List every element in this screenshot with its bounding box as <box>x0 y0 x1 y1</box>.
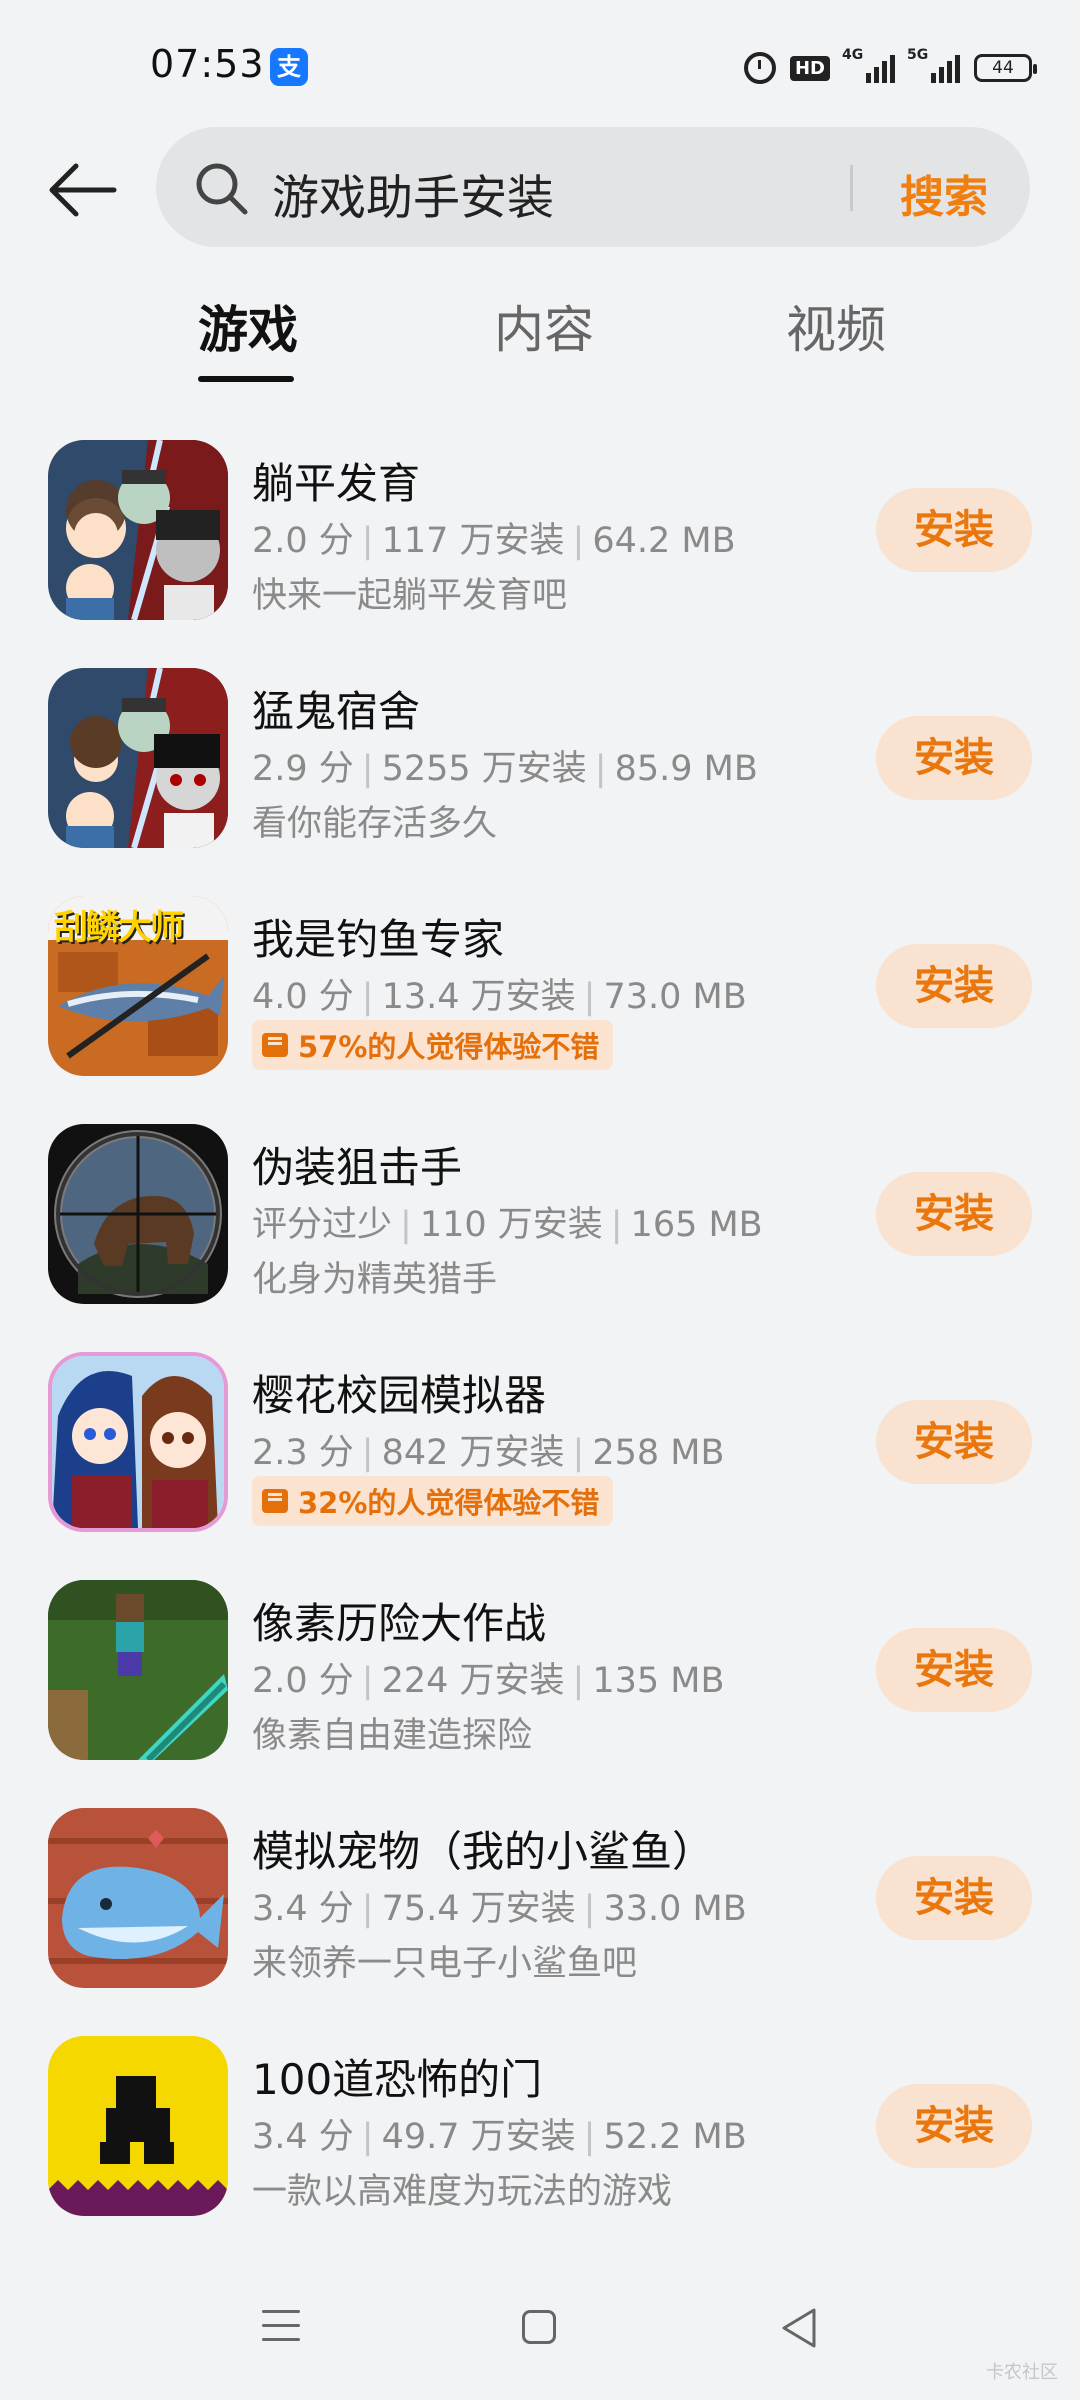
alarm-icon <box>743 52 776 84</box>
arrow-left-icon <box>49 163 117 217</box>
cartoon-family-icon <box>48 440 228 620</box>
list-item[interactable]: 100道恐怖的门 3.4 分 | 49.7 万安装 | 52.2 MB 一款以高难度为玩… <box>0 2026 1080 2254</box>
app-title: 樱花校园模拟器 <box>252 1371 547 1420</box>
search-field[interactable]: 游戏助手安装 搜索 <box>156 127 1030 247</box>
list-item[interactable]: 模拟宠物（我的小鲨鱼） 3.4 分 | 75.4 万安装 | 33.0 MB 来领养一只… <box>0 1798 1080 2026</box>
install-button[interactable]: 安装 <box>876 1172 1032 1256</box>
app-description: 快来一起躺平发育吧 <box>252 576 568 616</box>
scary-door-icon <box>48 2036 228 2216</box>
back-triangle-icon[interactable] <box>778 2306 818 2350</box>
app-meta: 2.3 分 | 842 万安装 | 258 MB <box>252 1433 725 1473</box>
battery-icon: 44 <box>974 54 1037 82</box>
result-tabs: 游戏 内容 视频 <box>0 270 1080 390</box>
app-meta: 4.0 分 | 13.4 万安装 | 73.0 MB <box>252 977 747 1017</box>
anime-girls-icon <box>48 1352 228 1532</box>
experience-badge: 57%的人觉得体验不错 <box>252 1020 614 1070</box>
back-button[interactable] <box>46 155 120 225</box>
signal-4g-icon: 4G <box>842 47 895 83</box>
install-button[interactable]: 安装 <box>876 2084 1032 2168</box>
search-button[interactable]: 搜索 <box>900 161 988 225</box>
app-title: 我是钓鱼专家 <box>252 915 505 964</box>
pixel-sword-icon <box>48 1580 228 1760</box>
search-icon <box>196 163 248 215</box>
list-item[interactable]: 躺平发育 2.0 分 | 117 万安装 | 64.2 MB 快来一起躺平发育吧 安装 <box>0 430 1080 658</box>
alipay-notification-icon: 支 <box>270 48 308 86</box>
pixel-shark-icon <box>48 1808 228 1988</box>
install-button[interactable]: 安装 <box>876 1856 1032 1940</box>
search-divider <box>850 165 853 211</box>
app-title: 猛鬼宿舍 <box>252 687 421 736</box>
status-bar: 07:53 支 HD 4G 5G 44 <box>0 0 1080 130</box>
app-description: 化身为精英猎手 <box>252 1260 498 1300</box>
app-meta: 2.9 分 | 5255 万安装 | 85.9 MB <box>252 749 758 789</box>
hd-icon: HD <box>789 55 830 81</box>
app-description: 一款以高难度为玩法的游戏 <box>252 2172 673 2212</box>
search-header: 游戏助手安装 搜索 <box>0 125 1080 250</box>
app-meta: 3.4 分 | 49.7 万安装 | 52.2 MB <box>252 2117 747 2157</box>
list-item[interactable]: 像素历险大作战 2.0 分 | 224 万安装 | 135 MB 像素自由建造探险 安装 <box>0 1570 1080 1798</box>
list-item[interactable]: 伪装狙击手 评分过少 | 110 万安装 | 165 MB 化身为精英猎手 安装 <box>0 1114 1080 1342</box>
status-time: 07:53 <box>150 42 265 86</box>
search-input[interactable]: 游戏助手安装 <box>272 159 554 228</box>
app-meta: 2.0 分 | 117 万安装 | 64.2 MB <box>252 521 736 561</box>
list-item[interactable]: 猛鬼宿舍 2.9 分 | 5255 万安装 | 85.9 MB 看你能存活多久 安装 <box>0 658 1080 886</box>
app-title: 100道恐怖的门 <box>252 2055 543 2104</box>
comment-icon <box>262 1033 288 1057</box>
install-button[interactable]: 安装 <box>876 1628 1032 1712</box>
fish-master-icon: 刮鳞大师 <box>48 896 228 1076</box>
menu-icon[interactable] <box>262 2310 300 2344</box>
install-button[interactable]: 安装 <box>876 488 1032 572</box>
app-title: 躺平发育 <box>252 459 421 508</box>
app-title: 伪装狙击手 <box>252 1143 463 1192</box>
system-nav-bar: 卡农社区 <box>0 2270 1080 2400</box>
app-list: 躺平发育 2.0 分 | 117 万安装 | 64.2 MB 快来一起躺平发育吧 安装 … <box>0 430 1080 2254</box>
fish-master-icon-text: 刮鳞大师 <box>54 908 184 948</box>
app-meta: 2.0 分 | 224 万安装 | 135 MB <box>252 1661 725 1701</box>
active-tab-indicator <box>198 376 294 382</box>
signal-5g-icon: 5G <box>907 47 960 83</box>
app-title: 像素历险大作战 <box>252 1599 547 1648</box>
experience-badge: 32%的人觉得体验不错 <box>252 1476 614 1526</box>
app-meta: 评分过少 | 110 万安装 | 165 MB <box>252 1205 763 1245</box>
tab-content[interactable]: 内容 <box>494 290 594 362</box>
tab-videos[interactable]: 视频 <box>786 290 886 362</box>
home-icon[interactable] <box>522 2310 556 2344</box>
app-title: 模拟宠物（我的小鲨鱼） <box>252 1827 715 1876</box>
app-description: 看你能存活多久 <box>252 804 498 844</box>
cartoon-ghost-icon <box>48 668 228 848</box>
install-button[interactable]: 安装 <box>876 1400 1032 1484</box>
app-description: 来领养一只电子小鲨鱼吧 <box>252 1944 638 1984</box>
app-meta: 3.4 分 | 75.4 万安装 | 33.0 MB <box>252 1889 747 1929</box>
install-button[interactable]: 安装 <box>876 944 1032 1028</box>
comment-icon <box>262 1489 288 1513</box>
status-indicators: HD 4G 5G 44 <box>743 47 1037 88</box>
install-button[interactable]: 安装 <box>876 716 1032 800</box>
list-item[interactable]: 刮鳞大师 我是钓鱼专家 4.0 分 | 13.4 万安装 | 73.0 MB 57%的人… <box>0 886 1080 1114</box>
watermark: 卡农社区 <box>986 2362 1058 2383</box>
tab-games[interactable]: 游戏 <box>198 290 298 362</box>
list-item[interactable]: 樱花校园模拟器 2.3 分 | 842 万安装 | 258 MB 32%的人觉得体验不错… <box>0 1342 1080 1570</box>
sniper-scope-icon <box>48 1124 228 1304</box>
app-description: 像素自由建造探险 <box>252 1716 533 1756</box>
